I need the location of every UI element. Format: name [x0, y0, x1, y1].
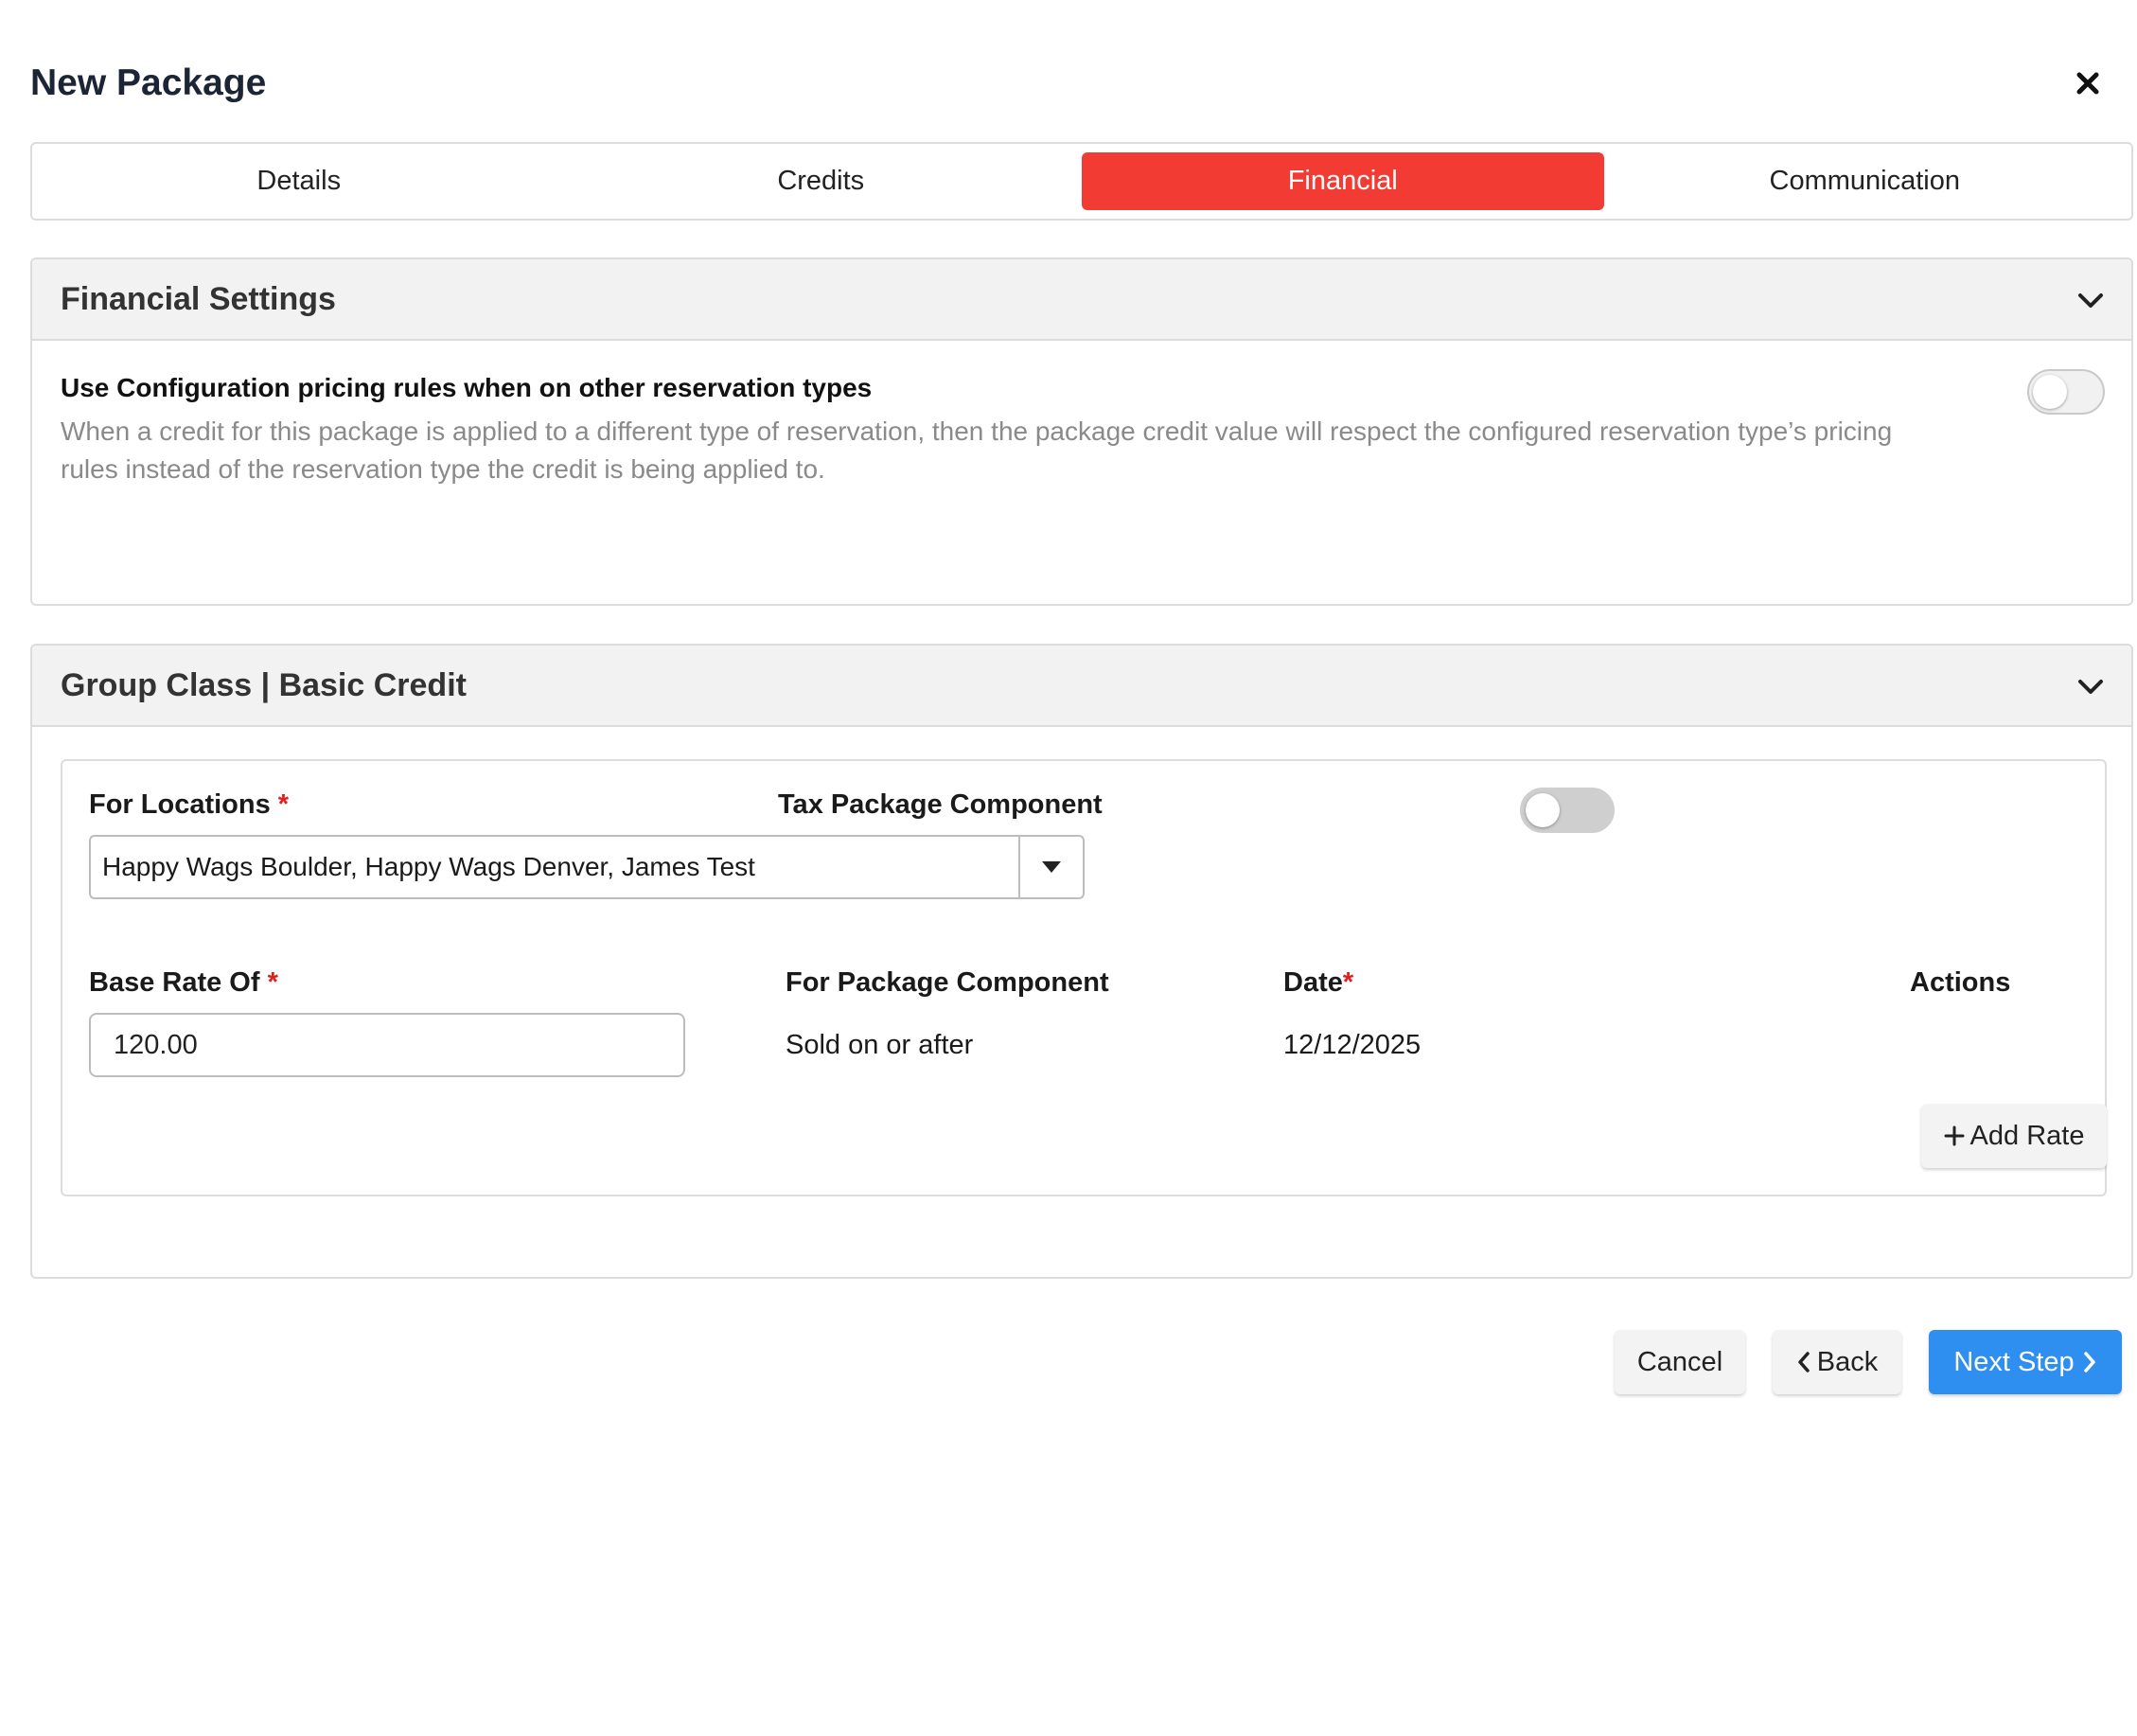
financial-settings-title: Financial Settings	[61, 280, 336, 317]
next-step-label: Next Step	[1953, 1346, 2075, 1377]
pricing-rules-setting-description: When a credit for this package is applie…	[61, 416, 1893, 484]
step-tabs: Details Credits Financial Communication	[30, 142, 2133, 221]
add-rate-label: Add Rate	[1969, 1120, 2085, 1151]
locations-select-value: Happy Wags Boulder, Happy Wags Denver, J…	[102, 852, 755, 881]
chevron-right-icon	[2082, 1351, 2097, 1373]
required-mark: *	[1342, 967, 1354, 998]
actions-header: Actions	[1910, 967, 2011, 998]
toggle-knob	[1526, 793, 1560, 827]
locations-dropdown-button[interactable]	[1018, 837, 1083, 897]
rate-card: For Locations * Happy Wags Boulder, Happ…	[61, 759, 2107, 1196]
tab-communication[interactable]: Communication	[1604, 152, 2127, 210]
page-title: New Package	[30, 62, 267, 103]
add-rate-button[interactable]: Add Rate	[1921, 1104, 2107, 1168]
modal-header: New Package	[30, 55, 2107, 112]
close-button[interactable]	[2069, 64, 2107, 102]
for-locations-label: For Locations *	[89, 789, 289, 821]
base-rate-label: Base Rate Of *	[89, 967, 278, 999]
required-mark: *	[277, 789, 290, 820]
close-icon	[2076, 72, 2099, 95]
group-class-panel: Group Class | Basic Credit For Locations…	[30, 644, 2133, 1279]
package-component-header: For Package Component	[786, 967, 1109, 998]
caret-down-icon	[1042, 861, 1061, 873]
tab-details[interactable]: Details	[38, 152, 560, 210]
back-button[interactable]: Back	[1773, 1330, 1901, 1394]
chevron-down-icon[interactable]	[2075, 670, 2107, 702]
pricing-rules-toggle[interactable]	[2027, 369, 2105, 415]
for-locations-label-text: For Locations	[89, 789, 271, 820]
chevron-down-icon[interactable]	[2075, 284, 2107, 316]
date-header: Date*	[1283, 967, 1353, 999]
date-value: 12/12/2025	[1283, 1030, 1422, 1060]
base-rate-label-text: Base Rate Of	[89, 967, 260, 998]
financial-settings-header[interactable]: Financial Settings	[32, 259, 2131, 341]
group-class-header[interactable]: Group Class | Basic Credit	[32, 646, 2131, 727]
required-mark: *	[267, 967, 278, 998]
next-step-button[interactable]: Next Step	[1929, 1330, 2122, 1394]
locations-select[interactable]: Happy Wags Boulder, Happy Wags Denver, J…	[89, 835, 1085, 899]
date-label-text: Date	[1283, 967, 1343, 998]
tax-package-component-toggle[interactable]	[1520, 788, 1615, 833]
financial-settings-body: Use Configuration pricing rules when on …	[32, 341, 2131, 517]
cancel-button[interactable]: Cancel	[1615, 1330, 1745, 1394]
package-component-value: Sold on or after	[786, 1030, 974, 1060]
financial-settings-panel: Financial Settings Use Configuration pri…	[30, 257, 2133, 606]
plus-icon	[1944, 1125, 1965, 1146]
tab-financial[interactable]: Financial	[1082, 152, 1604, 210]
toggle-knob	[2033, 375, 2067, 409]
tab-credits[interactable]: Credits	[560, 152, 1083, 210]
base-rate-input[interactable]	[89, 1013, 685, 1077]
group-class-title: Group Class | Basic Credit	[61, 666, 467, 703]
tax-package-component-label: Tax Package Component	[778, 789, 1103, 820]
back-label: Back	[1816, 1346, 1879, 1377]
pricing-rules-setting-title: Use Configuration pricing rules when on …	[61, 373, 873, 402]
chevron-left-icon	[1796, 1351, 1811, 1373]
